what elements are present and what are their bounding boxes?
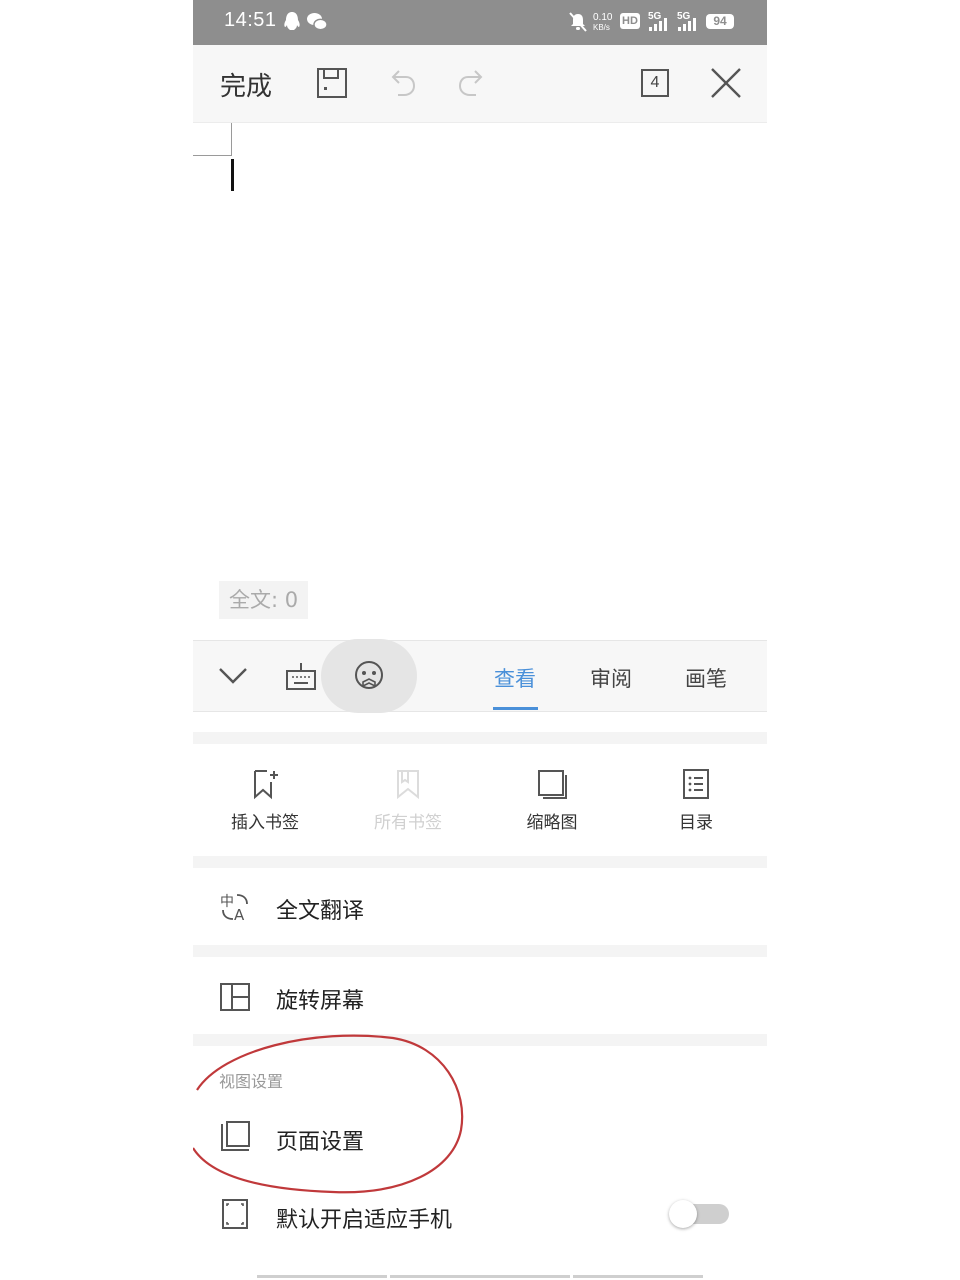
page-count-icon[interactable]: 4 [641,69,669,97]
mute-bell-icon [569,12,587,32]
battery-level: 94 [713,14,727,28]
assistant-button[interactable] [321,639,417,713]
word-count-badge: 全文: 0 [219,581,309,619]
translate-icon: 中 A [220,894,248,923]
toc-icon [683,769,709,799]
done-button[interactable]: 完成 [220,66,272,103]
bottom-tab-bar: 查看 审阅 画笔 [193,639,767,713]
hd-icon: HD [620,13,640,29]
all-bookmarks-button[interactable]: 所有书签 [358,768,458,833]
phone-screen: 14:51 0.10 KB/s HD 5G 5G 94 完成 4 全文: 0 查… [193,0,767,1280]
signal-icon [678,18,696,31]
undo-icon[interactable] [384,65,420,101]
bookmark-add-icon [254,770,278,800]
net-speed-unit: KB/s [593,23,610,32]
qq-icon [284,12,300,30]
bookmarks-icon [397,770,419,800]
thumbnail-button[interactable]: 缩略图 [502,768,602,833]
fit-phone-toggle[interactable] [669,1200,729,1228]
text-cursor [231,159,234,191]
signal-icon [649,18,667,31]
fit-screen-icon [222,1199,248,1229]
svg-text:中: 中 [220,894,234,910]
row-label: 默认开启适应手机 [276,1208,453,1233]
tab-view[interactable]: 查看 [494,663,536,693]
full-text-translate-row[interactable]: 中 A 全文翻译 [193,869,767,945]
toggle-knob [669,1200,697,1228]
keyboard-icon[interactable] [285,661,317,693]
page-count: 4 [650,74,660,91]
active-tab-indicator [493,707,538,710]
svg-text:A: A [234,906,245,923]
divider [193,1034,767,1046]
tab-pen[interactable]: 画笔 [685,663,727,693]
thumbnail-icon [538,770,567,799]
toc-button[interactable]: 目录 [646,768,746,833]
editor-toolbar: 完成 4 [193,45,767,123]
rotate-screen-row[interactable]: 旋转屏幕 [193,958,767,1034]
wechat-icon [307,13,328,31]
gesture-bar [573,1275,703,1278]
collapse-chevron-icon[interactable] [217,663,249,687]
insert-bookmark-button[interactable]: 插入书签 [215,768,315,833]
rotate-screen-icon [220,983,250,1011]
row-label: 全文翻译 [276,899,365,924]
page-setup-icon [221,1121,250,1151]
gesture-bar [257,1275,387,1278]
close-icon[interactable] [708,65,744,101]
battery-icon: 94 [706,14,734,29]
net-speed-value: 0.10 [593,12,613,23]
row-label: 旋转屏幕 [276,989,365,1014]
status-time: 14:51 [224,9,277,31]
page-margin-marker [193,155,232,156]
save-icon[interactable] [314,65,350,101]
gesture-bar [390,1275,570,1278]
divider [193,732,767,744]
section-title: 视图设置 [219,1072,284,1091]
divider [193,856,767,868]
tool-label: 插入书签 [231,813,299,833]
assistant-face-icon [355,661,383,689]
divider [193,945,767,957]
tab-review[interactable]: 审阅 [590,663,632,693]
row-label: 页面设置 [276,1130,365,1155]
tool-label: 目录 [679,813,713,833]
page-setup-row[interactable]: 页面设置 [193,1100,767,1176]
redo-icon[interactable] [454,65,490,101]
document-canvas[interactable]: 全文: 0 [193,123,767,640]
status-bar: 14:51 0.10 KB/s HD 5G 5G 94 [193,0,767,45]
page-margin-marker [231,123,232,155]
tool-label: 所有书签 [374,813,442,833]
tool-label: 缩略图 [526,813,578,833]
